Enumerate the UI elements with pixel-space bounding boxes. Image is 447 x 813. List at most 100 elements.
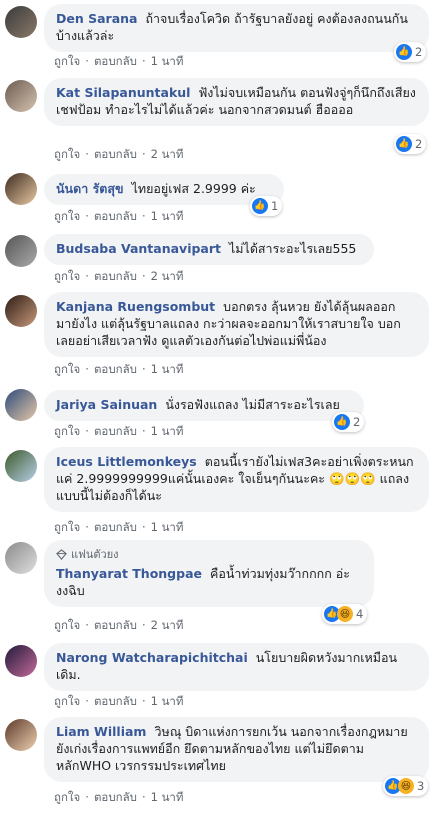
comment-actions: ถูกใจ · ตอบกลับ · 1 นาที <box>54 362 184 376</box>
reaction-summary[interactable]: 👍 😆 3 <box>383 776 429 796</box>
comment-actions: ถูกใจ · ตอบกลับ · 2 นาที <box>54 147 184 161</box>
like-link[interactable]: ถูกใจ <box>54 54 80 68</box>
like-link[interactable]: ถูกใจ <box>54 362 80 376</box>
reaction-summary[interactable]: 👍 2 <box>332 412 365 432</box>
comment-bubble: Budsaba Vantanavipart ไม่ได้สาระอะไรเลย5… <box>44 234 374 265</box>
avatar[interactable] <box>5 389 37 421</box>
comment-bubble: Liam William วิษณุ บิดาแห่งการยกเว้น นอก… <box>44 717 429 782</box>
comment-actions: ถูกใจ · ตอบกลับ · 2 นาที <box>54 618 184 632</box>
comment-time[interactable]: 2 นาที <box>151 147 184 161</box>
comment-text: ไม่ได้สาระอะไรเลย555 <box>229 241 357 256</box>
reaction-count: 4 <box>356 607 364 621</box>
comment-item: Den Sarana ถ้าจบเรื่องโควิด ถ้ารัฐบาลยัง… <box>0 0 447 75</box>
reaction-count: 1 <box>271 199 279 213</box>
comment-text: นั่งรอฟังแถลง ไม่มีสาระอะไรเลย <box>165 397 340 412</box>
like-link[interactable]: ถูกใจ <box>54 520 80 534</box>
reaction-count: 2 <box>415 137 423 151</box>
reply-link[interactable]: ตอบกลับ <box>94 54 137 68</box>
avatar[interactable] <box>5 542 37 574</box>
like-link[interactable]: ถูกใจ <box>54 694 80 708</box>
comment-bubble: Den Sarana ถ้าจบเรื่องโควิด ถ้ารัฐบาลยัง… <box>44 4 429 52</box>
avatar[interactable] <box>5 295 37 327</box>
reply-link[interactable]: ตอบกลับ <box>94 362 137 376</box>
comment-actions: ถูกใจ · ตอบกลับ · 1 นาที <box>54 520 184 534</box>
commenter-name[interactable]: Liam William <box>56 724 146 739</box>
comment-item: นันดา รัตสุข ไทยอยู่เฟส 2.9999 ค่ะ 👍 1 ถ… <box>0 170 447 228</box>
reaction-summary[interactable]: 👍 1 <box>250 196 283 216</box>
comment-time[interactable]: 1 นาที <box>151 520 184 534</box>
like-reaction-icon: 👍 <box>396 44 412 60</box>
reaction-count: 2 <box>353 415 361 429</box>
avatar[interactable] <box>5 173 37 205</box>
avatar[interactable] <box>5 450 37 482</box>
badge-label: แฟนตัวยง <box>71 548 119 561</box>
avatar[interactable] <box>5 6 37 38</box>
reply-link[interactable]: ตอบกลับ <box>94 269 137 283</box>
comment-time[interactable]: 1 นาที <box>151 694 184 708</box>
like-link[interactable]: ถูกใจ <box>54 790 80 804</box>
avatar[interactable] <box>5 645 37 677</box>
comment-bubble: Kanjana Ruengsombut บอกตรง ลุ้นหวย ยังได… <box>44 292 429 357</box>
commenter-name[interactable]: นันดา รัตสุข <box>56 181 124 196</box>
comment-bubble: Kat Silapanuntakul ฟังไม่จบเหมือนกัน ตอน… <box>44 78 429 126</box>
comment-item: Iceus Littlemonkeys ตอนนี้เรายังไม่เฟส3ค… <box>0 447 447 539</box>
reply-link[interactable]: ตอบกลับ <box>94 790 137 804</box>
commenter-name[interactable]: Kanjana Ruengsombut <box>56 299 215 314</box>
comment-bubble: Jariya Sainuan นั่งรอฟังแถลง ไม่มีสาระอะ… <box>44 390 364 421</box>
comment-item: Kanjana Ruengsombut บอกตรง ลุ้นหวย ยังได… <box>0 292 447 382</box>
comment-actions: ถูกใจ · ตอบกลับ · 1 นาที <box>54 424 184 438</box>
commenter-name[interactable]: Jariya Sainuan <box>56 397 157 412</box>
comment-bubble: แฟนตัวยง Thanyarat Thongpae คือน้ำท่วมทุ… <box>44 540 374 607</box>
comment-actions: ถูกใจ · ตอบกลับ · 2 นาที <box>54 269 184 283</box>
comment-feed: Den Sarana ถ้าจบเรื่องโควิด ถ้ารัฐบาลยัง… <box>0 0 447 813</box>
commenter-name[interactable]: Budsaba Vantanavipart <box>56 241 221 256</box>
comment-actions: ถูกใจ · ตอบกลับ · 1 นาที <box>54 790 184 804</box>
like-reaction-icon: 👍 <box>334 414 350 430</box>
reaction-count: 2 <box>415 45 423 59</box>
comment-time[interactable]: 1 นาที <box>151 209 184 223</box>
reply-link[interactable]: ตอบกลับ <box>94 147 137 161</box>
haha-reaction-icon: 😆 <box>398 778 414 794</box>
comment-item: Budsaba Vantanavipart ไม่ได้สาระอะไรเลย5… <box>0 230 447 290</box>
comment-time[interactable]: 2 นาที <box>151 269 184 283</box>
commenter-name[interactable]: Kat Silapanuntakul <box>56 85 190 100</box>
comment-time[interactable]: 1 นาที <box>151 424 184 438</box>
like-link[interactable]: ถูกใจ <box>54 147 80 161</box>
reply-link[interactable]: ตอบกลับ <box>94 520 137 534</box>
avatar[interactable] <box>5 235 37 267</box>
fan-badge: แฟนตัวยง <box>56 546 362 563</box>
like-link[interactable]: ถูกใจ <box>54 618 80 632</box>
avatar[interactable] <box>5 719 37 751</box>
comment-item: Narong Watcharapichitchai นโยบายผิดหวังม… <box>0 643 447 715</box>
reply-link[interactable]: ตอบกลับ <box>94 618 137 632</box>
reaction-count: 3 <box>417 779 425 793</box>
comment-item: Jariya Sainuan นั่งรอฟังแถลง ไม่มีสาระอะ… <box>0 386 447 444</box>
commenter-name[interactable]: Thanyarat Thongpae <box>56 566 202 581</box>
avatar[interactable] <box>5 80 37 112</box>
like-link[interactable]: ถูกใจ <box>54 269 80 283</box>
commenter-name[interactable]: Iceus Littlemonkeys <box>56 454 197 469</box>
like-link[interactable]: ถูกใจ <box>54 209 80 223</box>
comment-item: Kat Silapanuntakul ฟังไม่จบเหมือนกัน ตอน… <box>0 78 447 168</box>
comment-bubble: Iceus Littlemonkeys ตอนนี้เรายังไม่เฟส3ค… <box>44 447 429 512</box>
comment-time[interactable]: 2 นาที <box>151 618 184 632</box>
reply-link[interactable]: ตอบกลับ <box>94 424 137 438</box>
like-link[interactable]: ถูกใจ <box>54 424 80 438</box>
reply-link[interactable]: ตอบกลับ <box>94 694 137 708</box>
commenter-name[interactable]: Narong Watcharapichitchai <box>56 650 248 665</box>
commenter-name[interactable]: Den Sarana <box>56 11 137 26</box>
like-reaction-icon: 👍 <box>252 198 268 214</box>
reaction-summary[interactable]: 👍 2 <box>394 42 427 62</box>
haha-reaction-icon: 😆 <box>337 606 353 622</box>
comment-actions: ถูกใจ · ตอบกลับ · 1 นาที <box>54 209 184 223</box>
reaction-summary[interactable]: 👍 2 <box>394 134 427 154</box>
comment-time[interactable]: 1 นาที <box>151 790 184 804</box>
comment-time[interactable]: 1 นาที <box>151 54 184 68</box>
comment-text: ไทยอยู่เฟส 2.9999 ค่ะ <box>131 181 256 196</box>
reaction-summary[interactable]: 👍 😆 4 <box>322 604 368 624</box>
comment-item: Liam William วิษณุ บิดาแห่งการยกเว้น นอก… <box>0 717 447 812</box>
comment-actions: ถูกใจ · ตอบกลับ · 1 นาที <box>54 694 184 708</box>
comment-time[interactable]: 1 นาที <box>151 362 184 376</box>
reply-link[interactable]: ตอบกลับ <box>94 209 137 223</box>
like-reaction-icon: 👍 <box>396 136 412 152</box>
